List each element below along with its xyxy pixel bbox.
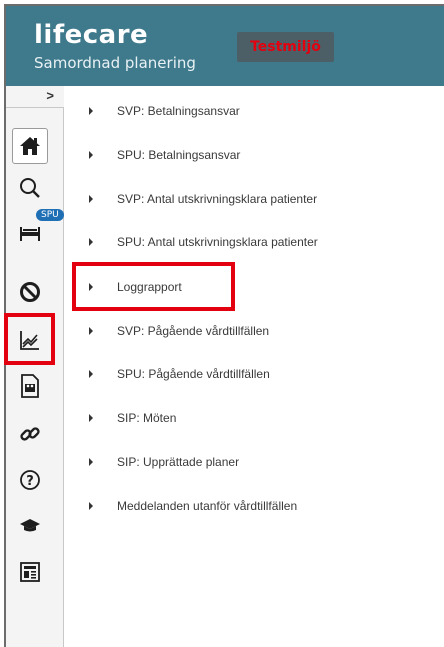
caret-right-icon [89,458,93,466]
sidebar: > SPU ? [6,86,64,647]
report-item-label: SIP: Upprättade planer [117,455,240,469]
loggrapport-highlight [72,262,235,311]
home-icon [20,137,40,155]
report-item-label: SVP: Antal utskrivningsklara patienter [117,192,318,206]
caret-right-icon [89,107,93,115]
environment-badge: Testmiljö [237,32,334,62]
report-item[interactable]: SPU: Betalningsansvar [80,140,420,170]
report-item[interactable]: SIP: Möten [80,403,420,433]
svg-text:?: ? [26,474,34,489]
report-item-label: Meddelanden utanför vårdtillfällen [117,499,298,513]
report-item[interactable]: SPU: Pågående vårdtillfällen [80,359,420,389]
sidebar-collapse-toggle[interactable]: > [6,86,64,108]
report-item[interactable]: SPU: Antal utskrivningsklara patienter [80,227,420,257]
caret-right-icon [89,327,93,335]
reports-sidebar-highlight [4,313,55,365]
report-people-icon [21,374,39,398]
graduation-cap-icon [20,519,40,532]
report-item-label: SPU: Betalningsansvar [117,148,241,162]
report-item-label: SPU: Antal utskrivningsklara patienter [117,235,318,249]
search-icon [20,178,40,198]
report-item-label: SIP: Möten [117,411,177,425]
report-item[interactable]: SVP: Betalningsansvar [80,96,420,126]
sidebar-item-document-report[interactable] [12,368,48,404]
report-item-label: SPU: Pågående vårdtillfällen [117,367,270,381]
sidebar-item-news[interactable] [12,554,48,590]
sidebar-item-links[interactable] [12,416,48,452]
report-item-label: SVP: Pågående vårdtillfällen [117,324,270,338]
caret-right-icon [89,370,93,378]
sidebar-item-blocked[interactable] [12,274,48,310]
brand-subtitle: Samordnad planering [34,54,196,72]
sidebar-item-education[interactable] [12,508,48,544]
report-item-label: SVP: Betalningsansvar [117,104,240,118]
sidebar-item-help[interactable]: ? [12,462,48,498]
chevron-right-icon: > [46,88,54,103]
help-icon: ? [20,470,40,490]
bed-icon [20,227,40,241]
brand-title: lifecare [34,20,149,50]
sidebar-item-home[interactable] [12,128,48,164]
report-item[interactable]: SVP: Pågående vårdtillfällen [80,316,420,346]
block-icon [20,282,40,302]
report-item[interactable]: SVP: Antal utskrivningsklara patienter [80,184,420,214]
app-header: lifecare Samordnad planering Testmiljö [6,6,444,86]
sidebar-item-spu-beds[interactable]: SPU [12,209,64,252]
caret-right-icon [89,414,93,422]
news-icon [20,562,40,582]
spu-badge: SPU [36,209,64,221]
caret-right-icon [89,151,93,159]
caret-right-icon [89,238,93,246]
report-item[interactable]: SIP: Upprättade planer [80,447,420,477]
caret-right-icon [89,195,93,203]
report-item[interactable]: Meddelanden utanför vårdtillfällen [80,491,420,521]
caret-right-icon [89,502,93,510]
link-icon [20,427,40,441]
sidebar-item-search[interactable] [12,170,48,206]
